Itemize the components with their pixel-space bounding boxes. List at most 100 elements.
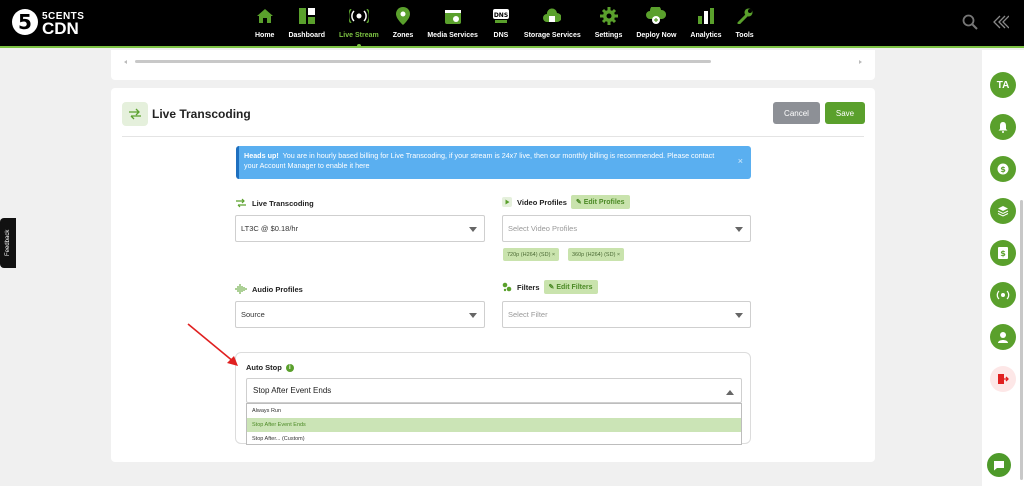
auto-stop-label: Auto Stop i — [246, 363, 294, 372]
nav-zones[interactable]: Zones — [386, 6, 421, 46]
logout-icon[interactable] — [990, 366, 1016, 392]
horizontal-scrollbar[interactable] — [124, 59, 862, 64]
audio-profiles-select[interactable]: Source — [235, 301, 485, 328]
save-button[interactable]: Save — [825, 102, 865, 124]
info-icon[interactable]: i — [285, 363, 294, 372]
auto-stop-dropdown: Always Run Stop After Event Ends Stop Af… — [246, 403, 742, 445]
filters-label: Filters ✎ Edit Filters — [502, 280, 598, 294]
video-profiles-placeholder: Select Video Profiles — [508, 224, 578, 233]
video-profile-tag[interactable]: 720p (H264) (SD) × — [503, 248, 560, 261]
chevron-down-icon — [469, 227, 477, 232]
nav-dns-label: DNS — [493, 32, 509, 39]
svg-text:$: $ — [1000, 165, 1006, 174]
auto-stop-select[interactable]: Stop After Event Ends — [246, 378, 742, 403]
nav-dns[interactable]: DNS DNS — [485, 6, 517, 46]
nav-tools[interactable]: Tools — [729, 6, 761, 46]
previous-card — [111, 50, 875, 80]
nav-storage-services[interactable]: Storage Services — [517, 6, 588, 46]
nav-home[interactable]: Home — [248, 6, 281, 46]
auto-stop-option[interactable]: Stop After... (Custom) — [247, 432, 741, 446]
search-icon[interactable] — [962, 14, 978, 35]
analytics-icon — [697, 6, 714, 26]
chevron-down-icon — [469, 313, 477, 318]
close-icon[interactable]: × — [738, 156, 743, 166]
top-navigation-bar: 5 5CENTS CDN Home Dashboard Live Stream — [0, 0, 1024, 48]
video-profiles-select[interactable]: Select Video Profiles — [502, 215, 751, 242]
nav-settings-label: Settings — [594, 32, 623, 39]
nav-dashboard[interactable]: Dashboard — [281, 6, 332, 46]
layers-icon[interactable] — [990, 198, 1016, 224]
play-icon — [502, 197, 512, 207]
nav-tools-label: Tools — [735, 32, 754, 39]
live-stream-icon — [348, 6, 369, 26]
tools-icon — [737, 6, 753, 26]
chevron-up-icon — [726, 390, 734, 395]
avatar[interactable]: TA — [990, 72, 1016, 98]
filter-icon — [502, 282, 512, 292]
logo-text-bottom: CDN — [42, 18, 79, 38]
edit-profiles-button[interactable]: ✎ Edit Profiles — [570, 195, 630, 209]
transcoding-icon — [235, 198, 247, 208]
right-sidebar: TA $ $ — [982, 50, 1024, 486]
transcoding-icon — [122, 102, 148, 126]
nav-media-services-label: Media Services — [427, 32, 478, 39]
alert-message: You are in hourly based billing for Live… — [244, 151, 715, 170]
auto-stop-option[interactable]: Always Run — [247, 404, 741, 418]
live-transcoding-label: Live Transcoding — [235, 198, 314, 208]
chevron-down-icon — [735, 313, 743, 318]
settings-icon — [599, 6, 618, 26]
feedback-tab[interactable]: Feedback — [0, 218, 16, 268]
auto-stop-label-text: Auto Stop — [246, 363, 282, 372]
auto-stop-option-selected[interactable]: Stop After Event Ends — [247, 418, 741, 432]
nav-deploy-now[interactable]: Deploy Now — [629, 6, 683, 46]
nav-home-label: Home — [255, 32, 275, 39]
brand-logo[interactable]: 5 5CENTS CDN — [12, 9, 84, 38]
auto-stop-value: Stop After Event Ends — [253, 386, 332, 395]
nav-live-stream-label: Live Stream — [339, 32, 379, 39]
nav-live-stream[interactable]: Live Stream — [332, 6, 386, 48]
storage-icon — [543, 6, 562, 26]
edit-profiles-label: Edit Profiles — [583, 199, 625, 206]
edit-filters-button[interactable]: ✎ Edit Filters — [543, 280, 598, 294]
nav-zones-label: Zones — [392, 32, 414, 39]
cancel-button[interactable]: Cancel — [773, 102, 820, 124]
billing-alert: Heads up! You are in hourly based billin… — [236, 146, 751, 179]
live-transcoding-select[interactable]: LT3C @ $0.18/hr — [235, 215, 485, 242]
logo-mark: 5 — [12, 9, 38, 35]
bell-icon[interactable] — [990, 114, 1016, 140]
dns-icon: DNS — [492, 6, 510, 26]
chevron-down-icon — [735, 227, 743, 232]
video-profiles-label-text: Video Profiles — [517, 197, 567, 207]
media-services-icon — [444, 6, 462, 26]
nav-storage-label: Storage Services — [523, 32, 581, 39]
dashboard-icon — [298, 6, 315, 26]
filters-placeholder: Select Filter — [508, 310, 548, 319]
invoice-icon[interactable]: $ — [990, 240, 1016, 266]
avatar-initials: TA — [996, 79, 1010, 91]
scroll-right-icon[interactable] — [857, 59, 863, 65]
deploy-icon — [646, 6, 667, 26]
active-indicator-dot — [356, 44, 361, 48]
audio-profiles-label-text: Audio Profiles — [252, 284, 303, 294]
billing-dollar-icon[interactable]: $ — [990, 156, 1016, 182]
filters-select[interactable]: Select Filter — [502, 301, 751, 328]
scrollbar-thumb[interactable] — [135, 60, 711, 63]
nav-settings[interactable]: Settings — [588, 6, 630, 46]
chat-icon[interactable] — [987, 453, 1011, 477]
nav-deploy-label: Deploy Now — [636, 32, 677, 39]
alert-heading: Heads up! — [244, 151, 279, 160]
svg-text:$: $ — [1000, 249, 1006, 258]
scroll-left-icon[interactable] — [123, 59, 129, 65]
header-divider — [122, 136, 864, 137]
nav-analytics[interactable]: Analytics — [683, 6, 728, 46]
main-nav: Home Dashboard Live Stream Zones Media S… — [248, 6, 761, 48]
collapse-chevrons-icon[interactable] — [993, 15, 1010, 34]
auto-stop-section: Auto Stop i Stop After Event Ends Always… — [235, 352, 751, 445]
filters-label-text: Filters — [517, 282, 540, 292]
nav-media-services[interactable]: Media Services — [420, 6, 485, 46]
support-agent-icon[interactable] — [990, 324, 1016, 350]
page-title: Live Transcoding — [152, 107, 251, 121]
video-profile-tag[interactable]: 360p (H264) (SD) × — [568, 248, 625, 261]
page-scrollbar[interactable] — [1020, 200, 1023, 480]
live-broadcast-icon[interactable] — [990, 282, 1016, 308]
